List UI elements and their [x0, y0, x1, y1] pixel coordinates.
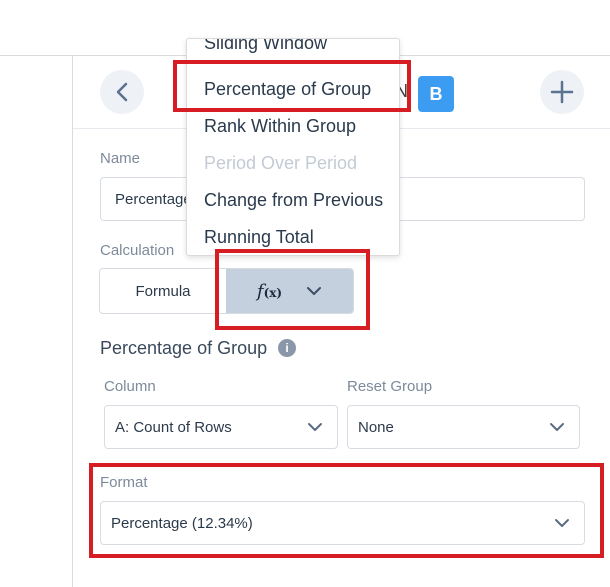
chevron-down-icon: [308, 423, 322, 431]
reset-group-select[interactable]: None: [347, 405, 580, 449]
calculation-label: Calculation: [100, 242, 175, 259]
dropdown-item-period-over-period: Period Over Period: [204, 153, 358, 173]
dropdown-item-rank-within-group[interactable]: Rank Within Group: [204, 116, 356, 137]
column-select[interactable]: A: Count of Rows: [104, 405, 338, 449]
back-button[interactable]: [100, 70, 144, 114]
formula-option-button[interactable]: Formula: [100, 269, 226, 313]
column-chip[interactable]: B: [418, 76, 454, 112]
section-title: Percentage of Group: [100, 338, 268, 358]
add-button[interactable]: [540, 70, 584, 114]
name-label: Name: [100, 150, 141, 167]
info-icon[interactable]: i: [278, 339, 296, 357]
left-strip: [0, 56, 73, 587]
dropdown-item-running-total[interactable]: Running Total: [204, 227, 314, 248]
column-label: Column: [104, 378, 156, 395]
column-select-value: A: Count of Rows: [115, 418, 232, 436]
chevron-down-icon: [550, 423, 564, 431]
chevron-left-icon: [116, 82, 128, 102]
plus-icon: [550, 80, 574, 104]
highlight-percentage-of-group: [173, 60, 411, 112]
reset-group-label: Reset Group: [347, 378, 433, 395]
formula-option-label: Formula: [135, 282, 191, 300]
dropdown-item-change-from-previous[interactable]: Change from Previous: [204, 190, 383, 211]
name-input-value: Percentage: [115, 190, 192, 208]
highlight-format-section: [89, 463, 604, 558]
dropdown-item-sliding-window[interactable]: Sliding Window: [204, 39, 327, 54]
highlight-function-option: [215, 249, 370, 330]
reset-group-select-value: None: [358, 418, 394, 436]
